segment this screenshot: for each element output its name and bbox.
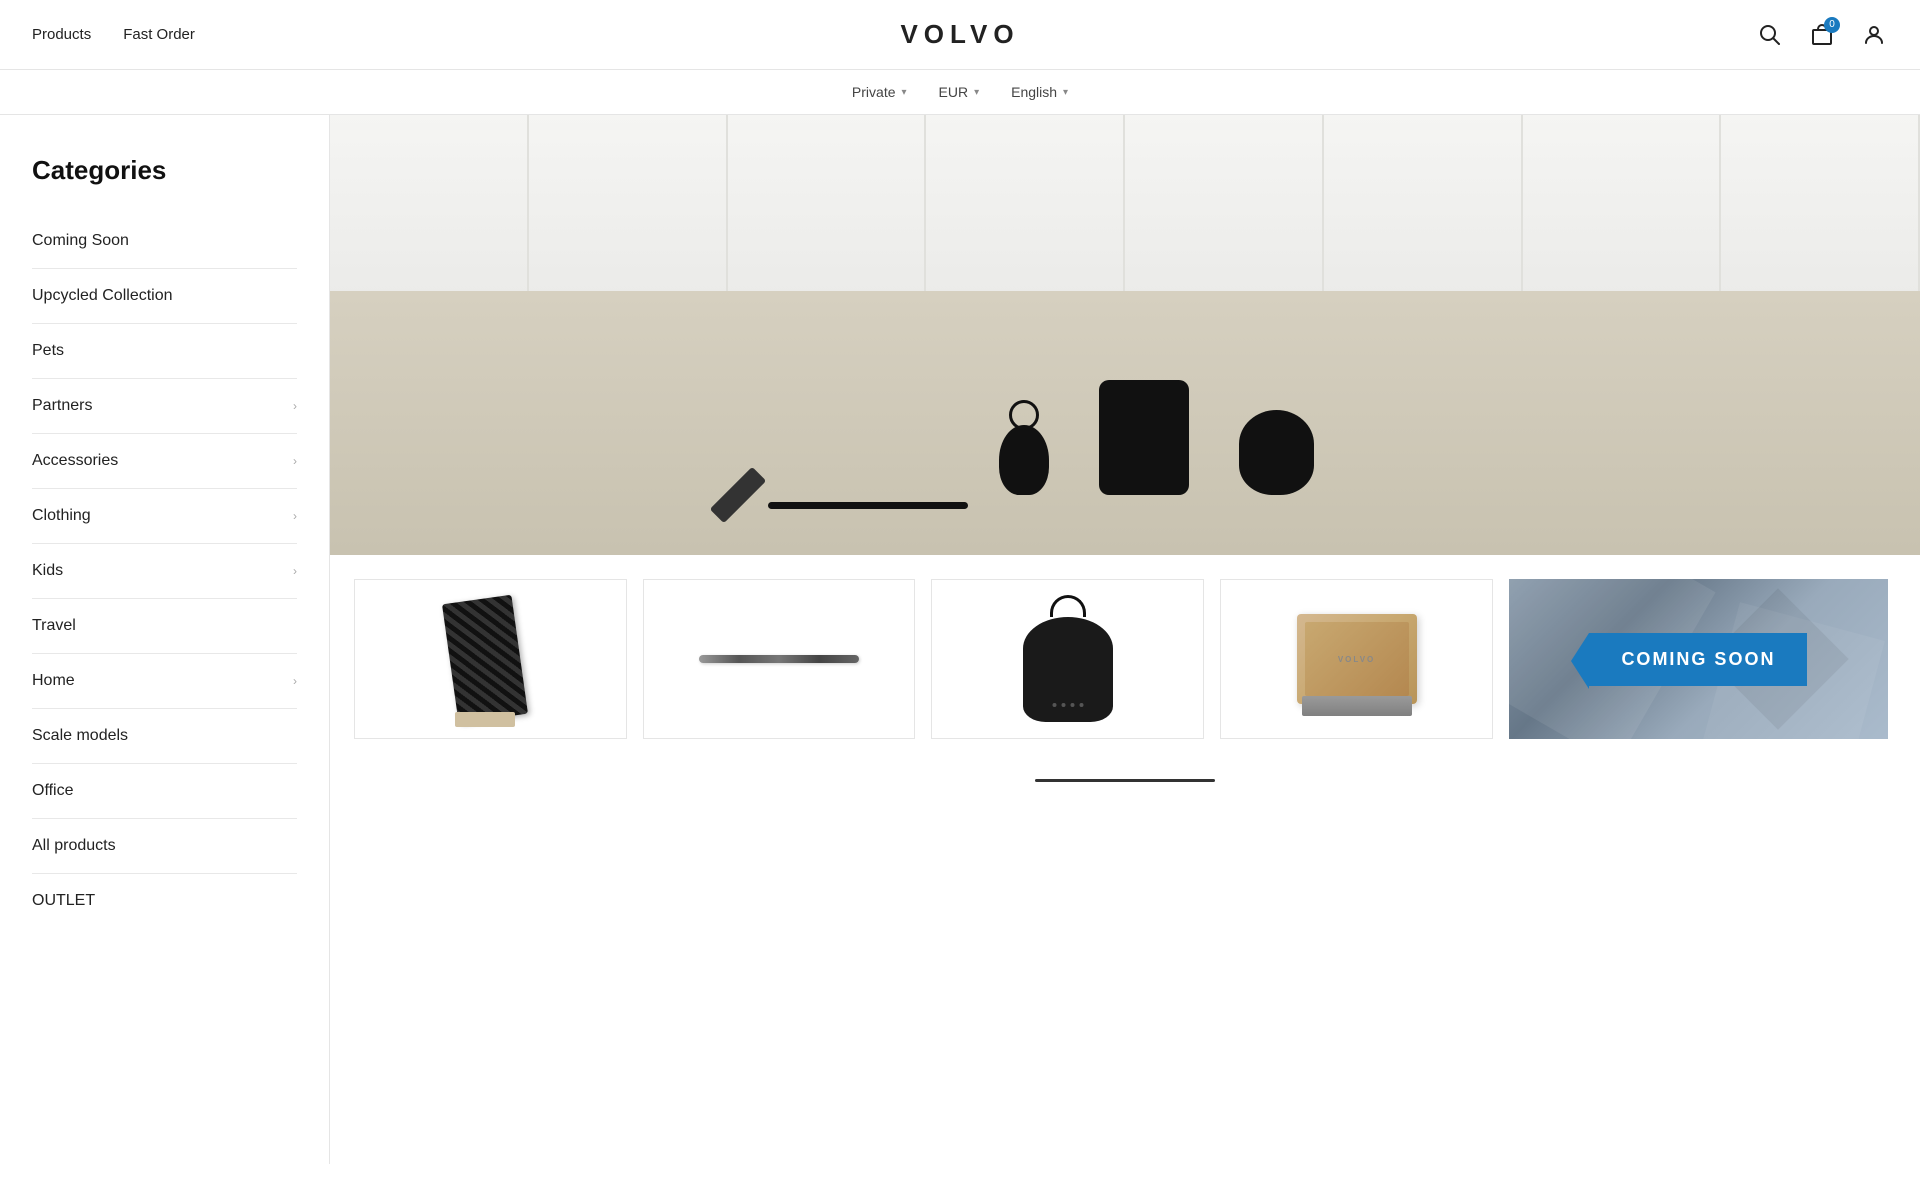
logo: VOLVO bbox=[900, 19, 1019, 50]
sidebar-item-pets[interactable]: Pets bbox=[32, 324, 297, 379]
hero-panel bbox=[1523, 115, 1722, 313]
hero-panel bbox=[1125, 115, 1324, 313]
chevron-right-icon: › bbox=[293, 564, 297, 578]
product-image-scarf bbox=[355, 580, 626, 738]
hero-wall bbox=[330, 115, 1920, 313]
product-image-pen bbox=[644, 580, 915, 738]
coming-soon-banner: COMING SOON bbox=[1589, 633, 1807, 686]
sidebar-item-outlet[interactable]: OUTLET bbox=[32, 874, 297, 928]
chevron-right-icon: › bbox=[293, 674, 297, 688]
sidebar-item-label: Office bbox=[32, 782, 74, 800]
hero-accessories bbox=[728, 465, 968, 525]
sidebar-item-scale-models[interactable]: Scale models bbox=[32, 709, 297, 764]
cart-badge: 0 bbox=[1824, 17, 1840, 33]
product-card-box[interactable]: VOLVO bbox=[1220, 579, 1493, 739]
hero-panel bbox=[330, 115, 529, 313]
sidebar-title: Categories bbox=[32, 155, 297, 186]
chevron-right-icon: › bbox=[293, 509, 297, 523]
hero-panel bbox=[1324, 115, 1523, 313]
sidebar-item-kids[interactable]: Kids › bbox=[32, 544, 297, 599]
chevron-right-icon: › bbox=[293, 399, 297, 413]
scroll-bar bbox=[1035, 779, 1215, 782]
header-icons: 0 bbox=[1756, 21, 1888, 49]
sidebar-item-label: Scale models bbox=[32, 727, 128, 745]
private-selector[interactable]: Private ▾ bbox=[852, 84, 907, 100]
header-nav-left: Products Fast Order bbox=[32, 26, 195, 43]
hero-panel bbox=[529, 115, 728, 313]
sidebar-item-office[interactable]: Office bbox=[32, 764, 297, 819]
sidebar-item-label: Pets bbox=[32, 342, 64, 360]
sub-header: Private ▾ EUR ▾ English ▾ bbox=[0, 70, 1920, 115]
sidebar-item-label: Upcycled Collection bbox=[32, 287, 173, 305]
sidebar-item-travel[interactable]: Travel bbox=[32, 599, 297, 654]
products-nav-link[interactable]: Products bbox=[32, 26, 91, 43]
currency-selector[interactable]: EUR ▾ bbox=[939, 84, 980, 100]
sidebar-item-label: Coming Soon bbox=[32, 232, 129, 250]
sidebar-item-label: Travel bbox=[32, 617, 76, 635]
product-card-pen[interactable] bbox=[643, 579, 916, 739]
header: Products Fast Order VOLVO 0 bbox=[0, 0, 1920, 70]
chevron-right-icon: › bbox=[293, 454, 297, 468]
sidebar-item-home[interactable]: Home › bbox=[32, 654, 297, 709]
product-image-bag bbox=[932, 580, 1203, 738]
hero-panel bbox=[1721, 115, 1920, 313]
user-icon[interactable] bbox=[1860, 21, 1888, 49]
private-chevron: ▾ bbox=[902, 87, 907, 98]
private-label: Private bbox=[852, 84, 896, 100]
language-chevron: ▾ bbox=[1063, 87, 1068, 98]
sidebar-item-upcycled-collection[interactable]: Upcycled Collection bbox=[32, 269, 297, 324]
product-grid: VOLVO COMING bbox=[330, 555, 1920, 763]
currency-label: EUR bbox=[939, 84, 969, 100]
hero-bg bbox=[330, 115, 1920, 555]
sidebar-item-label: Clothing bbox=[32, 507, 91, 525]
coming-soon-background: COMING SOON bbox=[1509, 579, 1888, 739]
sidebar-item-label: OUTLET bbox=[32, 892, 95, 910]
sidebar: Categories Coming Soon Upcycled Collecti… bbox=[0, 115, 330, 1164]
sidebar-item-label: Accessories bbox=[32, 452, 118, 470]
hero-panel bbox=[926, 115, 1125, 313]
scroll-indicator bbox=[330, 763, 1920, 798]
product-card-bag[interactable] bbox=[931, 579, 1204, 739]
main-layout: Categories Coming Soon Upcycled Collecti… bbox=[0, 115, 1920, 1164]
cart-icon[interactable]: 0 bbox=[1808, 21, 1836, 49]
product-card-scarf[interactable] bbox=[354, 579, 627, 739]
sidebar-item-label: Partners bbox=[32, 397, 92, 415]
search-icon[interactable] bbox=[1756, 21, 1784, 49]
coming-soon-label: COMING SOON bbox=[1621, 649, 1775, 669]
sidebar-item-all-products[interactable]: All products bbox=[32, 819, 297, 874]
currency-chevron: ▾ bbox=[974, 87, 979, 98]
sidebar-item-label: All products bbox=[32, 837, 116, 855]
sidebar-item-label: Kids bbox=[32, 562, 63, 580]
product-card-coming-soon[interactable]: COMING SOON bbox=[1509, 579, 1888, 739]
sidebar-item-partners[interactable]: Partners › bbox=[32, 379, 297, 434]
hero-product-keychain bbox=[999, 425, 1049, 495]
language-selector[interactable]: English ▾ bbox=[1011, 84, 1068, 100]
sidebar-item-coming-soon[interactable]: Coming Soon bbox=[32, 214, 297, 269]
hero-product-round-case bbox=[1239, 410, 1314, 495]
sidebar-item-label: Home bbox=[32, 672, 75, 690]
fast-order-nav-link[interactable]: Fast Order bbox=[123, 26, 195, 43]
hero-panel bbox=[728, 115, 927, 313]
language-label: English bbox=[1011, 84, 1057, 100]
main-content: VOLVO COMING bbox=[330, 115, 1920, 1164]
hero-banner bbox=[330, 115, 1920, 555]
product-image-box: VOLVO bbox=[1221, 580, 1492, 738]
sidebar-item-clothing[interactable]: Clothing › bbox=[32, 489, 297, 544]
sidebar-item-accessories[interactable]: Accessories › bbox=[32, 434, 297, 489]
hero-product-wallet bbox=[1099, 380, 1189, 495]
